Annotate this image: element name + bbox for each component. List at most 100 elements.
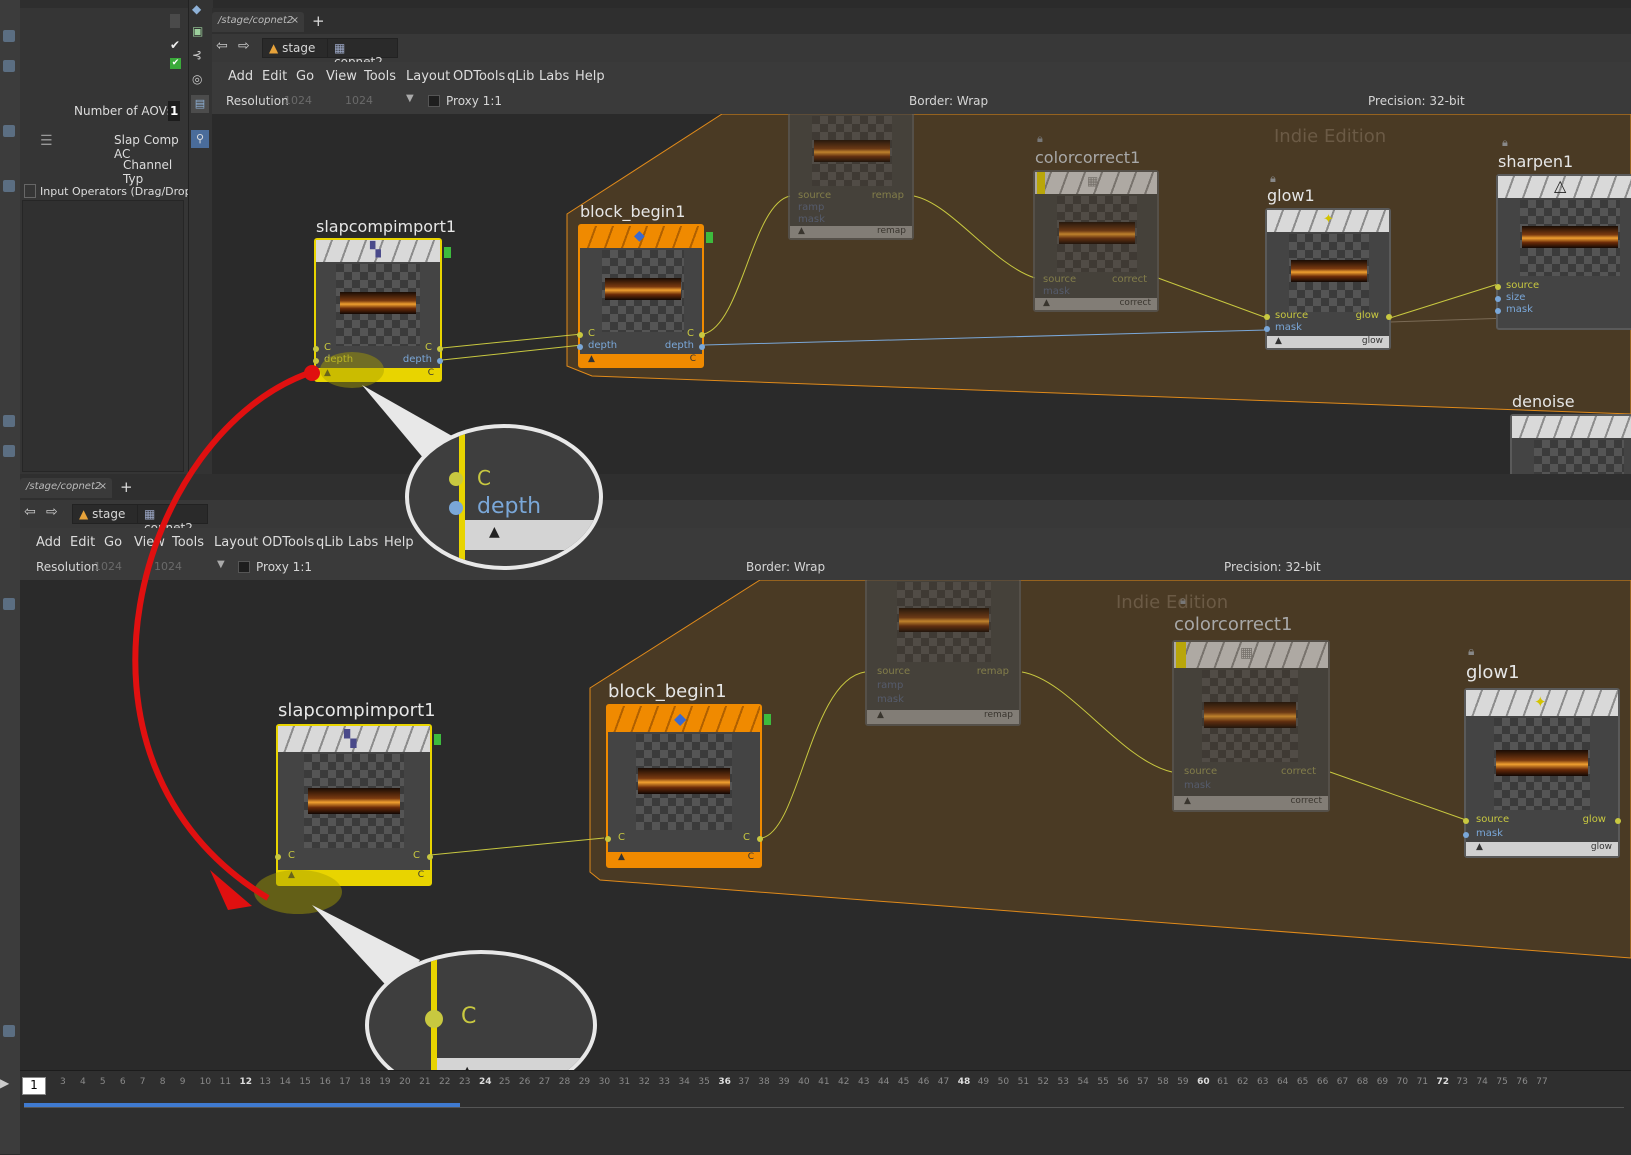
menu-go[interactable]: Go — [296, 69, 314, 84]
node-remap[interactable]: source ramp mask remap ▲ remap — [865, 580, 1021, 726]
node-sharpen1[interactable]: △ source size mask — [1495, 174, 1631, 330]
tab-copnet2[interactable]: /stage/copnet2 × — [20, 478, 112, 498]
lock-icon[interactable]: 🔒︎ — [1502, 136, 1508, 150]
output-port[interactable] — [437, 346, 443, 352]
node-glow1[interactable]: ✦ source mask glow ▲ glow — [1264, 208, 1392, 350]
target-icon[interactable]: ◎ — [192, 72, 202, 86]
input-port[interactable] — [605, 836, 611, 842]
menu-layout[interactable]: Layout — [406, 69, 450, 84]
tool-icon[interactable] — [3, 60, 15, 72]
resolution-x-field[interactable]: 1024 — [94, 560, 122, 573]
menu-add[interactable]: Add — [36, 535, 61, 550]
border-label[interactable]: Border: Wrap — [746, 560, 825, 574]
input-port[interactable] — [577, 332, 583, 338]
lock-icon[interactable]: 🔒︎ — [1037, 132, 1043, 146]
node-colorcorrect1[interactable]: ▦ source mask correct ▲ correct — [1172, 640, 1330, 812]
tab-close-icon[interactable]: × — [99, 481, 107, 492]
resolution-dropdown-icon[interactable]: ▼ — [217, 559, 225, 570]
resolution-y-field[interactable]: 1024 — [345, 94, 373, 107]
path-stage[interactable]: ▲ stage — [72, 504, 138, 524]
input-port[interactable] — [1495, 308, 1501, 314]
bypass-flag[interactable] — [1037, 172, 1045, 194]
menu-tools[interactable]: Tools — [172, 535, 204, 550]
lock-icon[interactable]: 🔒︎ — [1270, 172, 1276, 186]
node-slapcompimport1[interactable]: ▚ C depth C depth ▲ C — [313, 238, 443, 382]
image-button-icon[interactable]: ▤ — [191, 95, 209, 113]
bottom-network-view[interactable]: Indie Edition slapcompimport1 ▚ C C ▲ C b… — [20, 580, 1631, 1070]
tool-icon[interactable] — [3, 125, 15, 137]
input-port[interactable] — [1463, 832, 1469, 838]
path-stage[interactable]: ▲ stage — [262, 38, 328, 58]
border-label[interactable]: Border: Wrap — [909, 94, 988, 108]
menu-view[interactable]: View — [134, 535, 165, 550]
input-port[interactable] — [1495, 296, 1501, 302]
input-operators-checkbox[interactable] — [24, 184, 36, 198]
tool-icon[interactable] — [3, 1025, 15, 1037]
node-block-begin1[interactable]: ◆ C depth C depth ▲ C — [577, 224, 705, 368]
lock-icon[interactable]: 🔒︎ — [1180, 594, 1186, 608]
precision-label[interactable]: Precision: 32-bit — [1368, 94, 1465, 108]
collapse-arrow-icon[interactable]: ▲ — [1275, 336, 1282, 346]
collapse-arrow-icon[interactable]: ▲ — [618, 852, 625, 862]
output-port[interactable] — [427, 854, 433, 860]
tab-copnet2[interactable]: /stage/copnet2 × — [212, 12, 304, 32]
forward-arrow-icon[interactable]: ⇨ — [46, 504, 58, 520]
tool-icon[interactable] — [3, 180, 15, 192]
timeline[interactable]: 1 3 4 5 6 7 8 9 10 11 12 13 14 15 16 17 18 19 20 21 22 23 24 2… — [20, 1070, 1631, 1155]
tool-icon[interactable] — [3, 445, 15, 457]
add-tab-button[interactable]: + — [312, 12, 325, 30]
collapse-arrow-icon[interactable]: ▲ — [288, 870, 295, 880]
bypass-flag[interactable] — [1176, 642, 1186, 668]
input-port[interactable] — [313, 346, 319, 352]
play-icon[interactable]: ▶ — [0, 1076, 18, 1094]
collapse-arrow-icon[interactable]: ▲ — [798, 226, 805, 236]
path-network[interactable]: ▦ copnet2 — [138, 504, 208, 535]
resolution-x-field[interactable]: 1024 — [284, 94, 312, 107]
display-flag[interactable] — [706, 232, 713, 243]
resolution-dropdown-icon[interactable]: ▼ — [406, 93, 414, 104]
menu-tools[interactable]: Tools — [364, 69, 396, 84]
back-arrow-icon[interactable]: ⇦ — [24, 504, 36, 520]
tool-icon[interactable] — [3, 598, 15, 610]
collapse-arrow-icon[interactable]: ▲ — [877, 710, 884, 720]
collapse-arrow-icon[interactable]: ▲ — [1184, 796, 1191, 806]
menu-help[interactable]: Help — [384, 535, 414, 550]
proxy-checkbox[interactable] — [238, 561, 250, 573]
menu-go[interactable]: Go — [104, 535, 122, 550]
menu-labs[interactable]: Labs — [348, 535, 378, 550]
input-port[interactable] — [1495, 284, 1501, 290]
menu-add[interactable]: Add — [228, 69, 253, 84]
menu-qlib[interactable]: qLib — [507, 69, 534, 84]
display-flag[interactable] — [434, 734, 441, 745]
collapse-arrow-icon[interactable]: ▲ — [1043, 298, 1050, 308]
path-network[interactable]: ▦ copnet2 — [328, 38, 398, 69]
display-flag[interactable] — [764, 714, 771, 725]
input-port[interactable] — [1463, 818, 1469, 824]
input-port[interactable] — [1264, 314, 1270, 320]
back-arrow-icon[interactable]: ⇦ — [216, 38, 228, 54]
menu-labs[interactable]: Labs — [539, 69, 569, 84]
input-port[interactable] — [275, 854, 281, 860]
diamond-icon[interactable]: ◆ — [192, 2, 201, 16]
output-port[interactable] — [699, 332, 705, 338]
number-of-aovs-field[interactable]: 1 — [168, 101, 180, 121]
output-port[interactable] — [437, 358, 443, 364]
forward-arrow-icon[interactable]: ⇨ — [238, 38, 250, 54]
node-glow1[interactable]: ✦ source mask glow ▲ glow — [1463, 688, 1621, 858]
menu-odtools[interactable]: ODTools — [453, 69, 505, 84]
input-port[interactable] — [313, 358, 319, 364]
resolution-y-field[interactable]: 1024 — [154, 560, 182, 573]
input-operators-list[interactable] — [22, 200, 184, 472]
picker-icon[interactable]: ⊰ — [192, 48, 202, 62]
collapse-arrow-icon[interactable]: ▲ — [588, 354, 595, 364]
output-port[interactable] — [699, 344, 705, 350]
collapse-arrow-icon[interactable]: ▲ — [1476, 842, 1483, 852]
lock-icon[interactable]: 🔒︎ — [1468, 644, 1474, 659]
check-icon[interactable]: ✔ — [170, 38, 180, 52]
tool-icon[interactable] — [3, 415, 15, 427]
proxy-checkbox[interactable] — [428, 95, 440, 107]
image-icon[interactable]: ▣ — [192, 24, 203, 38]
menu-edit[interactable]: Edit — [262, 69, 287, 84]
pin-icon[interactable]: ⚲ — [191, 130, 209, 148]
input-port[interactable] — [1264, 326, 1270, 332]
